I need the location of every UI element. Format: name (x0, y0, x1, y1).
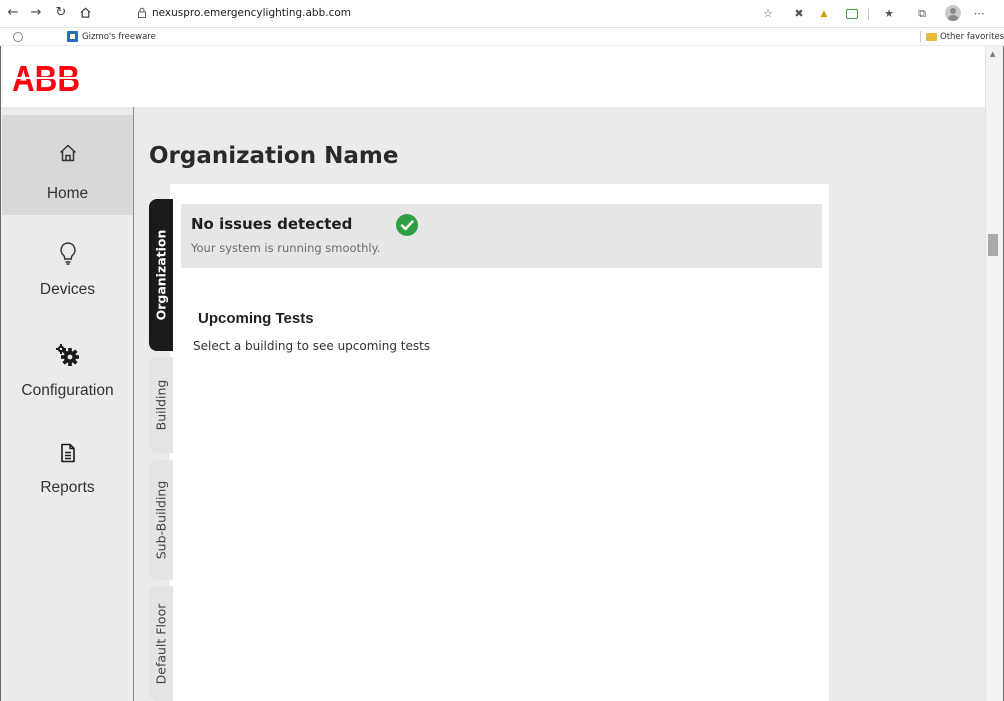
sidebar-item-label: Configuration (21, 382, 114, 399)
sidebar-item-reports[interactable]: Reports (2, 419, 133, 519)
bookmark-site-icon (67, 31, 78, 42)
globe-icon[interactable] (13, 32, 23, 42)
upcoming-tests-message: Select a building to see upcoming tests (193, 339, 431, 353)
lightbulb-icon (59, 242, 76, 265)
page-title: Organization Name (149, 143, 399, 169)
sidebar-item-home[interactable]: Home (2, 115, 133, 215)
bookmark-gizmos-freeware[interactable]: Gizmo's freeware (82, 32, 156, 42)
tab-default-floor[interactable]: Default Floor (149, 586, 173, 701)
extension-icon[interactable]: ✖ (791, 6, 807, 22)
tab-label: Default Floor (153, 603, 169, 684)
toolbar-divider (868, 8, 869, 20)
favorites-divider (920, 31, 921, 43)
sidebar-item-label: Devices (39, 281, 96, 298)
home-icon (59, 144, 76, 162)
gears-icon (55, 344, 79, 366)
sidebar-item-label: Reports (40, 479, 95, 496)
browser-toolbar: ← → ↻ nexuspro.emergencylighting.abb.com… (0, 0, 1004, 28)
tab-building[interactable]: Building (149, 357, 173, 453)
collections-icon[interactable]: ⧉ (914, 6, 930, 22)
status-banner (181, 204, 822, 268)
extension-icon[interactable]: ▲ (816, 6, 832, 22)
tab-label: Sub-Building (153, 480, 169, 560)
tab-sub-building[interactable]: Sub-Building (149, 460, 173, 580)
back-icon[interactable]: ← (6, 6, 20, 20)
tab-organization[interactable]: Organization (149, 199, 173, 351)
read-aloud-icon[interactable]: ☆ (760, 6, 776, 22)
browser-home-icon[interactable] (78, 6, 92, 20)
other-favorites-link[interactable]: Other favorites (940, 32, 1004, 42)
sidebar-item-configuration[interactable]: Configuration (2, 319, 133, 419)
sidebar-item-devices[interactable]: Devices (2, 217, 133, 317)
address-bar-url[interactable]: nexuspro.emergencylighting.abb.com (152, 7, 351, 19)
folder-icon (926, 33, 937, 41)
status-subtitle: Your system is running smoothly. (191, 241, 381, 255)
scrollbar-thumb[interactable] (988, 234, 998, 256)
check-circle-icon (396, 214, 418, 236)
scroll-up-icon[interactable]: ▲ (990, 50, 995, 58)
app-header (1, 46, 985, 107)
more-menu-icon[interactable]: ⋯ (971, 6, 987, 22)
status-title: No issues detected (191, 215, 353, 233)
scrollbar[interactable] (985, 46, 1003, 701)
favorites-icon[interactable]: ★ (881, 6, 897, 22)
sidebar-item-label: Home (46, 185, 89, 202)
refresh-icon[interactable]: ↻ (54, 6, 68, 20)
forward-icon[interactable]: → (29, 6, 43, 20)
document-icon (60, 443, 75, 463)
lock-icon[interactable] (137, 7, 147, 21)
profile-avatar[interactable] (945, 5, 961, 21)
upcoming-tests-title: Upcoming Tests (198, 310, 314, 327)
sidebar: Home Devices Configuration Reports (1, 107, 134, 701)
tab-label: Organization (153, 229, 169, 321)
extension-icon[interactable] (846, 9, 858, 19)
abb-logo[interactable]: ABB (12, 60, 82, 96)
tab-label: Building (153, 379, 169, 431)
